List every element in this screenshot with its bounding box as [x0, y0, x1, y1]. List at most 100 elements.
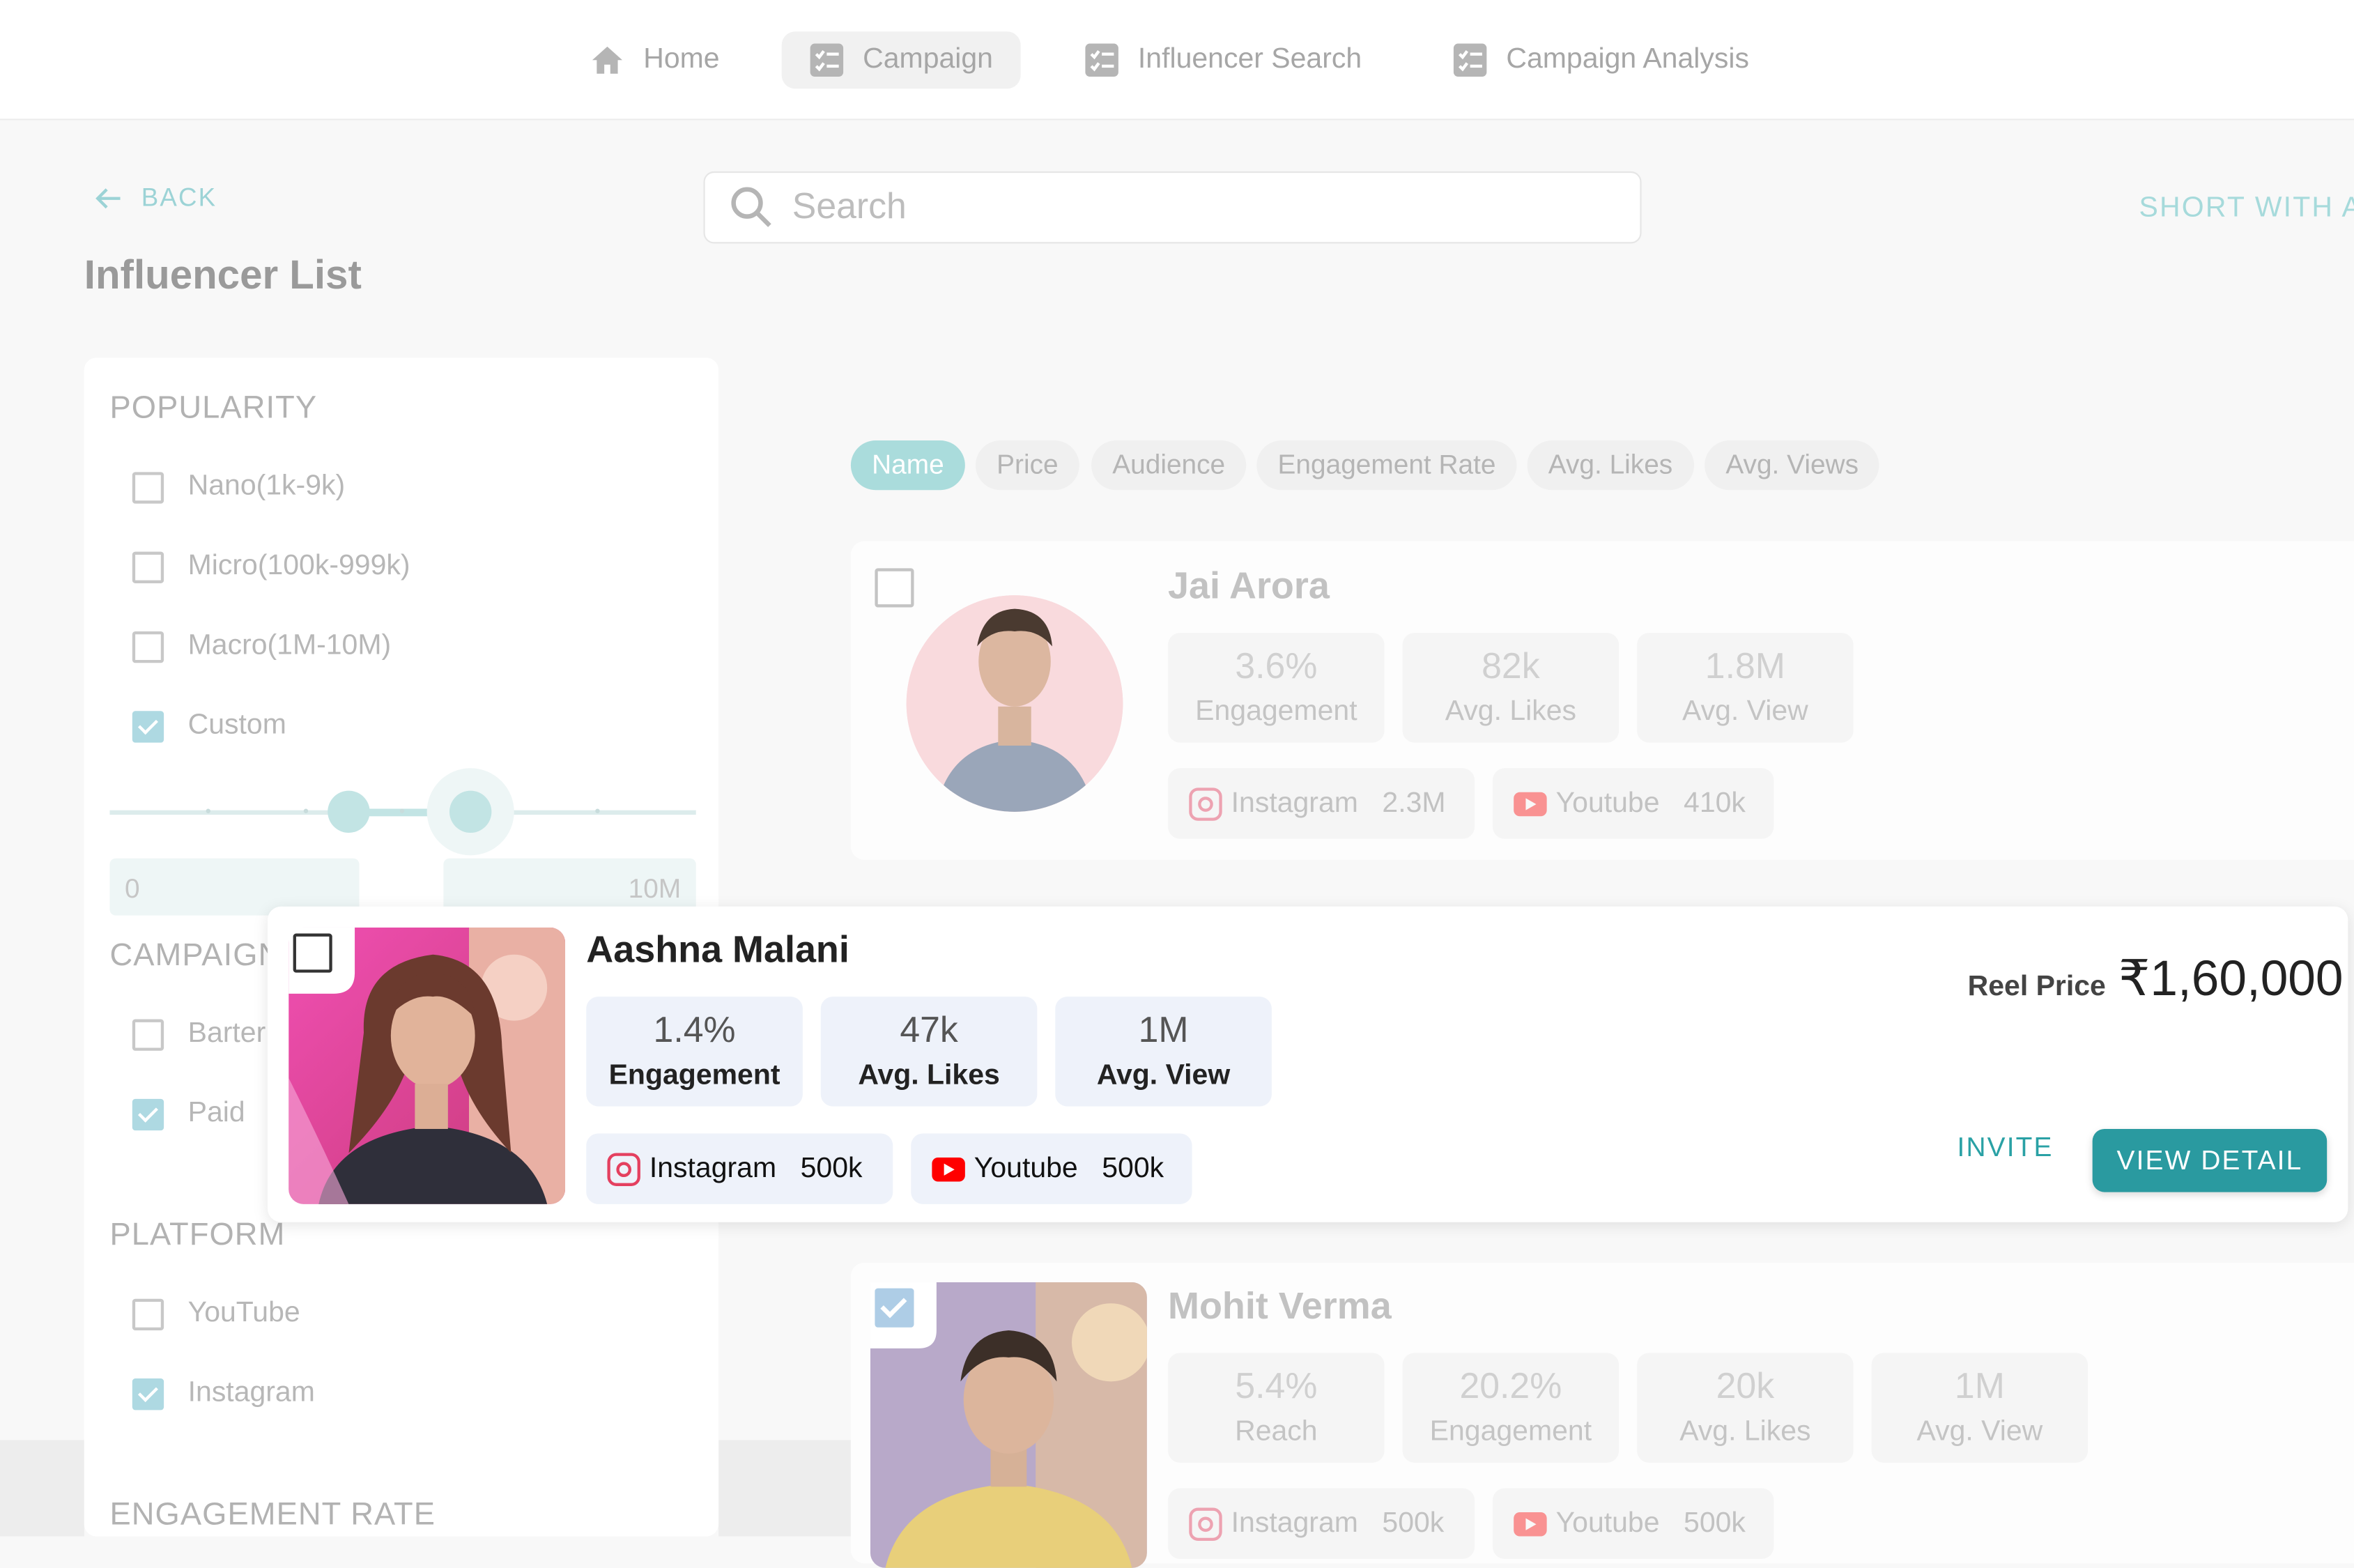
background-band: [0, 1440, 84, 1537]
nav-campaign[interactable]: Campaign: [781, 31, 1020, 89]
card-checkbox[interactable]: [293, 933, 332, 973]
slider-thumb-min[interactable]: [328, 790, 370, 833]
platform-name: Instagram: [649, 1152, 777, 1184]
nav-home-label: Home: [643, 43, 720, 75]
short-with-button[interactable]: SHORT WITH A: [2139, 192, 2354, 225]
page-title: Influencer List: [84, 252, 362, 298]
platform-instagram: Instagram 500k: [1168, 1488, 1475, 1559]
campaign-title: CAMPAIGN: [109, 938, 282, 973]
platform-value: 500k: [1684, 1507, 1746, 1539]
home-icon: [592, 46, 623, 74]
platform-value: 500k: [1382, 1507, 1445, 1539]
nav-influencer-search[interactable]: Influencer Search: [1056, 31, 1389, 89]
checkbox[interactable]: [132, 551, 164, 583]
platform-name: Instagram: [1231, 1507, 1358, 1539]
platform-name: Youtube: [1555, 787, 1660, 819]
platform-value: 500k: [800, 1152, 863, 1184]
stat-label: Engagement: [608, 1059, 780, 1092]
filter-option-label: Micro(100k-999k): [187, 550, 410, 582]
filter-option-label: Paid: [187, 1097, 245, 1129]
filter-option-micro[interactable]: Micro(100k-999k): [132, 550, 410, 583]
slider-tick: [595, 808, 600, 813]
stat-value: 1.4%: [653, 1010, 736, 1051]
platform-youtube: Youtube 410k: [1492, 768, 1774, 839]
platform-value: 500k: [1102, 1152, 1164, 1184]
slider-tick: [399, 808, 405, 813]
youtube-icon: [1514, 791, 1547, 816]
stat-avg-likes: 82k Avg. Likes: [1402, 633, 1620, 743]
nav-home[interactable]: Home: [562, 31, 747, 89]
youtube-icon: [1514, 1511, 1547, 1536]
back-button[interactable]: BACK: [93, 183, 217, 213]
instagram-icon: [1189, 787, 1222, 820]
platform-name: Instagram: [1231, 787, 1358, 819]
search-input[interactable]: [789, 185, 1577, 231]
checklist-icon: [1085, 43, 1118, 77]
arrow-left-icon: [95, 188, 121, 209]
checkbox-checked[interactable]: [132, 710, 164, 742]
influencer-card[interactable]: Mohit Verma 5.4% Reach 20.2% Engagement …: [850, 1262, 2354, 1568]
checkbox[interactable]: [132, 630, 164, 663]
filter-option-label: Instagram: [187, 1376, 315, 1409]
platform-value: 2.3M: [1382, 787, 1446, 819]
platform-youtube: Youtube 500k: [1492, 1488, 1774, 1559]
filter-option-paid[interactable]: Paid: [132, 1098, 245, 1130]
stat-label: Avg. Likes: [1679, 1415, 1811, 1448]
checkbox-checked[interactable]: [132, 1377, 164, 1410]
sort-chip-price[interactable]: Price: [975, 440, 1079, 491]
filter-option-custom[interactable]: Custom: [132, 709, 286, 742]
sort-chip-audience[interactable]: Audience: [1091, 440, 1247, 491]
platform-instagram: Instagram 2.3M: [1168, 768, 1475, 839]
slider-thumb-max[interactable]: [449, 790, 492, 833]
stat-avg-view: 1M Avg. View: [1871, 1353, 2088, 1463]
stat-avg-likes: 47k Avg. Likes: [820, 997, 1038, 1107]
sort-chip-avg-likes[interactable]: Avg. Likes: [1527, 440, 1694, 491]
influencer-name: Jai Arora: [1168, 565, 1330, 608]
checkbox[interactable]: [132, 1018, 164, 1050]
instagram-icon: [607, 1152, 640, 1185]
sort-chip-engagement-rate[interactable]: Engagement Rate: [1256, 440, 1517, 491]
filter-option-instagram[interactable]: Instagram: [132, 1377, 315, 1410]
checkbox[interactable]: [132, 471, 164, 503]
view-detail-button[interactable]: VIEW DETAIL: [2092, 1128, 2328, 1192]
top-nav: Home Campaign Influencer Search Campaign…: [0, 0, 2354, 121]
stat-value: 1M: [1954, 1366, 2005, 1408]
platform-value: 410k: [1684, 787, 1746, 819]
invite-button[interactable]: INVITE: [1957, 1132, 2054, 1163]
stat-value: 1.8M: [1705, 646, 1785, 687]
stat-value: 82k: [1482, 646, 1540, 687]
nav-campaign-analysis-label: Campaign Analysis: [1506, 43, 1749, 75]
filter-option-youtube[interactable]: YouTube: [132, 1298, 300, 1330]
filter-option-barter[interactable]: Barter: [132, 1017, 266, 1050]
engagement-rate-title: ENGAGEMENT RATE: [109, 1497, 436, 1532]
influencer-card[interactable]: Jai Arora 3.6% Engagement 82k Avg. Likes…: [850, 541, 2354, 860]
checkbox-checked[interactable]: [132, 1098, 164, 1130]
stat-label: Avg. View: [1682, 695, 1808, 728]
influencer-card-focused[interactable]: Aashna Malani 1.4% Engagement 47k Avg. L…: [267, 906, 2348, 1222]
stat-label: Avg. Likes: [1445, 695, 1577, 728]
stat-value: 1M: [1138, 1010, 1189, 1051]
stat-value: 20k: [1716, 1366, 1775, 1408]
filter-option-nano[interactable]: Nano(1k-9k): [132, 470, 345, 503]
platform-youtube: Youtube 500k: [911, 1133, 1192, 1204]
sort-chip-avg-views[interactable]: Avg. Views: [1705, 440, 1880, 491]
checklist-icon: [810, 43, 844, 77]
slider-tick: [206, 808, 210, 813]
nav-campaign-analysis[interactable]: Campaign Analysis: [1425, 31, 1776, 89]
checklist-icon: [1453, 43, 1487, 77]
checkbox[interactable]: [132, 1298, 164, 1330]
filter-option-macro[interactable]: Macro(1M-10M): [132, 630, 391, 663]
card-checkbox-checked[interactable]: [875, 1288, 914, 1328]
influencer-name: Aashna Malani: [586, 929, 849, 971]
back-label: BACK: [141, 183, 217, 213]
stat-label: Engagement: [1429, 1415, 1592, 1448]
popularity-title: POPULARITY: [109, 390, 318, 426]
stat-value: 20.2%: [1459, 1366, 1562, 1408]
influencer-name: Mohit Verma: [1168, 1285, 1392, 1328]
sort-chip-name[interactable]: Name: [850, 440, 965, 491]
platform-title: PLATFORM: [109, 1217, 286, 1252]
platform-name: Youtube: [974, 1152, 1078, 1184]
search-icon: [731, 187, 771, 227]
stat-label: Avg. View: [1096, 1059, 1231, 1092]
stat-engagement: 3.6% Engagement: [1168, 633, 1385, 743]
